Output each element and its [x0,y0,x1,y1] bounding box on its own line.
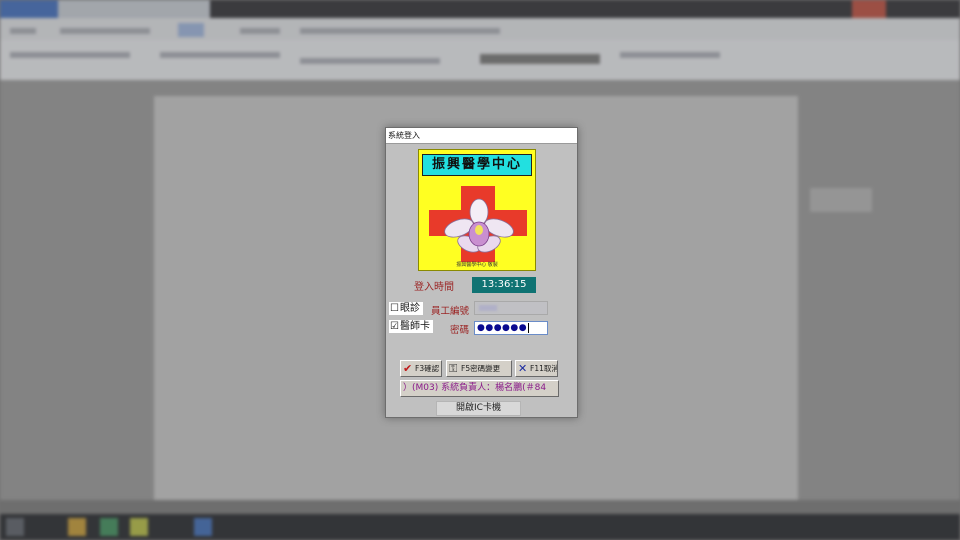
employee-id-field[interactable] [474,301,548,315]
text-caret [528,322,530,333]
password-value: ●●●●●● [477,323,528,333]
logo-caption: 振興醫學中心 敬製 [456,262,498,268]
password-label: 密碼 [450,325,470,336]
dialog-title: 系統登入 [386,128,577,144]
confirm-button[interactable]: ✔ F3確認 [400,360,442,377]
checkbox-unchecked-icon: ☐ [390,303,399,314]
key-icon: ⚿ [449,362,458,375]
checkbox-doctor-card[interactable]: ☑醫師卡 [389,320,433,333]
logo-banner-text: 振興醫學中心 [422,154,532,176]
cancel-button[interactable]: ✕ F11取消 [515,360,558,377]
checkbox-eye-clinic[interactable]: ☐眼診 [389,302,423,315]
change-password-button-label: F5密碼變更 [461,364,501,373]
checkbox-checked-icon: ☑ [390,321,399,332]
checkbox-doctor-card-label: 醫師卡 [399,321,430,332]
employee-id-label: 員工編號 [431,306,470,317]
cancel-button-label: F11取消 [530,364,558,373]
login-dialog: 系統登入 振興醫學中心 振興醫學中心 敬製 登入時間 13:36:15 ☐眼診 … [385,127,578,418]
hospital-logo: 振興醫學中心 振興醫學中心 敬製 [418,149,536,271]
orchid-icon [444,198,514,253]
open-ic-reader-button[interactable]: 開啟IC卡機 [436,401,521,416]
confirm-button-label: F3確認 [415,364,440,373]
checkbox-eye-clinic-label: 眼診 [399,303,420,314]
system-owner-info: ）(M03) 系統負責人：楊名鵬(＃84 [400,380,559,397]
login-time-label: 登入時間 [414,282,454,293]
change-password-button[interactable]: ⚿ F5密碼變更 [446,360,512,377]
login-time-value: 13:36:15 [472,277,536,293]
password-field[interactable]: ●●●●●● [474,321,548,335]
employee-id-value [479,305,497,311]
close-icon: ✕ [518,362,528,375]
checkmark-icon: ✔ [403,362,413,375]
